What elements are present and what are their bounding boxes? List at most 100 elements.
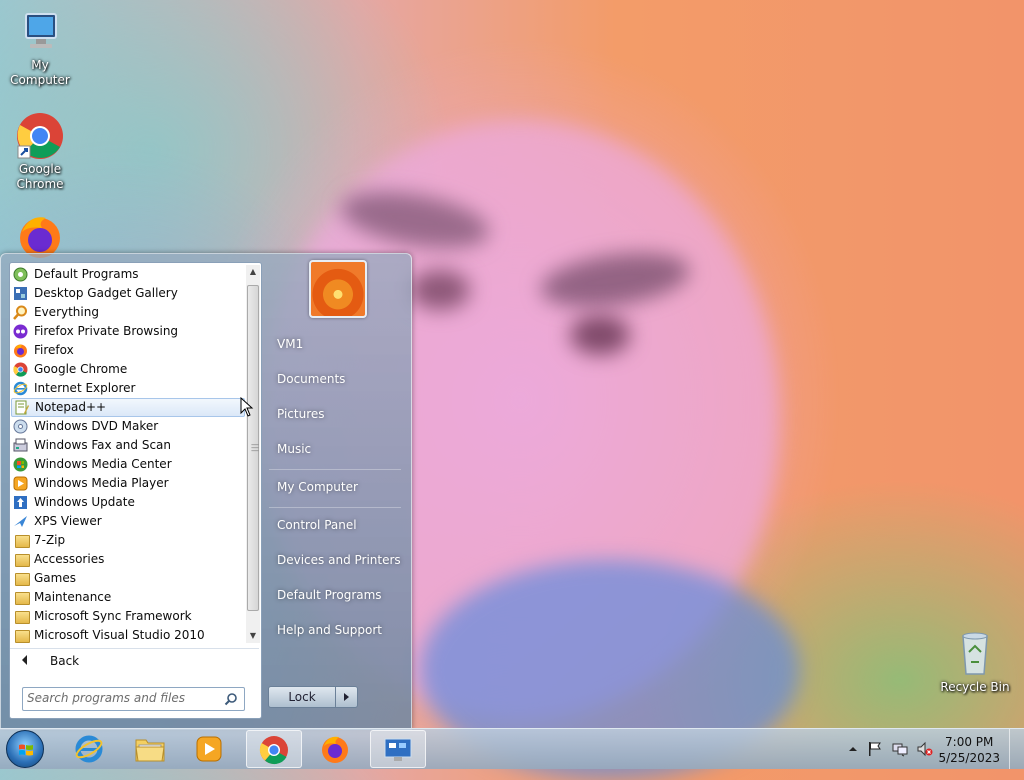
program-item[interactable]: Desktop Gadget Gallery xyxy=(10,284,246,303)
taskbar: 7:00 PM 5/25/2023 xyxy=(0,728,1024,769)
desktop-icon-recycle-bin[interactable]: Recycle Bin xyxy=(935,630,1015,695)
start-link-label: Default Programs xyxy=(277,588,382,602)
taskbar-button-google-chrome[interactable] xyxy=(246,730,302,768)
program-label: Games xyxy=(34,571,76,585)
start-menu-programs-pane: Default Programs Desktop Gadget Gallery Ev… xyxy=(9,262,262,719)
program-item[interactable]: Windows Fax and Scan xyxy=(10,436,246,455)
program-item[interactable]: Microsoft Visual Studio 2010 xyxy=(10,626,246,645)
desktop-icon-my-computer[interactable]: My Computer xyxy=(0,8,80,88)
program-item[interactable]: Default Programs xyxy=(10,265,246,284)
program-item[interactable]: Games xyxy=(10,569,246,588)
start-link-label: Documents xyxy=(277,372,346,386)
program-label: Firefox Private Browsing xyxy=(34,324,179,338)
scroll-thumb[interactable]: — — — xyxy=(247,285,259,611)
program-item[interactable]: 7-Zip xyxy=(10,531,246,550)
program-item[interactable]: Windows Update xyxy=(10,493,246,512)
program-label: Notepad++ xyxy=(35,400,107,414)
start-link-label: Control Panel xyxy=(277,518,357,532)
start-menu-separator xyxy=(269,507,401,508)
start-link-label: Devices and Printers xyxy=(277,553,401,567)
search-icon[interactable] xyxy=(224,692,238,706)
taskbar-button-firefox[interactable] xyxy=(308,730,364,768)
start-link-user[interactable]: VM1 xyxy=(269,329,404,359)
program-item[interactable]: Maintenance xyxy=(10,588,246,607)
program-item[interactable]: Accessories xyxy=(10,550,246,569)
show-desktop-button[interactable] xyxy=(1009,729,1024,769)
start-link-help-support[interactable]: Help and Support xyxy=(269,615,404,645)
program-label: Desktop Gadget Gallery xyxy=(34,286,178,300)
start-link-documents[interactable]: Documents xyxy=(269,364,404,394)
program-label: Windows Media Player xyxy=(34,476,169,490)
taskbar-button-remote-desktop[interactable] xyxy=(370,730,426,768)
folder-icon xyxy=(15,592,30,605)
computer-icon xyxy=(16,8,64,56)
action-center-icon[interactable] xyxy=(867,741,883,757)
program-item[interactable]: Notepad++ xyxy=(11,398,245,417)
program-label: Windows DVD Maker xyxy=(34,419,159,433)
wallpaper-eye-left xyxy=(410,270,470,310)
program-label: XPS Viewer xyxy=(34,514,102,528)
start-link-music[interactable]: Music xyxy=(269,434,404,464)
program-item[interactable]: Microsoft Sync Framework xyxy=(10,607,246,626)
show-hidden-icons-button[interactable] xyxy=(848,741,858,757)
xps-viewer-icon xyxy=(13,514,28,529)
start-link-label: VM1 xyxy=(277,337,304,351)
taskbar-button-file-explorer[interactable] xyxy=(122,730,178,768)
desktop-icon-label: Google Chrome xyxy=(16,162,64,191)
program-label: Microsoft Visual Studio 2010 xyxy=(34,628,205,642)
volume-muted-icon[interactable] xyxy=(917,741,933,757)
start-link-label: Pictures xyxy=(277,407,325,421)
chevron-right-icon xyxy=(344,693,349,701)
ie-icon xyxy=(74,734,104,767)
windows-update-icon xyxy=(13,495,28,510)
program-item[interactable]: Windows Media Center xyxy=(10,455,246,474)
program-item[interactable]: Firefox xyxy=(10,341,246,360)
start-link-label: Help and Support xyxy=(277,623,382,637)
windows-logo-icon xyxy=(19,744,33,756)
gadget-gallery-icon xyxy=(13,286,28,301)
clock-date: 5/25/2023 xyxy=(938,751,1000,765)
start-link-default-programs[interactable]: Default Programs xyxy=(269,580,404,610)
program-item[interactable]: XPS Viewer xyxy=(10,512,246,531)
chrome-icon xyxy=(13,362,28,377)
clock-time: 7:00 PM xyxy=(945,735,994,749)
lock-button[interactable]: Lock xyxy=(268,686,336,708)
firefox-icon xyxy=(13,343,28,358)
search-input[interactable] xyxy=(27,690,217,706)
scroll-up-button[interactable]: ▲ xyxy=(246,265,260,279)
scroll-grip-icon: — — — xyxy=(251,440,259,455)
start-button[interactable] xyxy=(6,730,44,768)
scroll-down-button[interactable]: ▼ xyxy=(246,629,260,643)
folder-icon xyxy=(15,535,30,548)
program-label: Windows Fax and Scan xyxy=(34,438,172,452)
folder-icon xyxy=(134,734,166,767)
system-clock[interactable]: 7:00 PM 5/25/2023 xyxy=(938,734,1000,766)
start-link-my-computer[interactable]: My Computer xyxy=(269,472,404,502)
shutdown-options-button[interactable] xyxy=(336,686,358,708)
program-item[interactable]: Google Chrome xyxy=(10,360,246,379)
user-picture[interactable] xyxy=(309,260,367,318)
network-icon[interactable] xyxy=(892,741,908,757)
desktop-icon-google-chrome[interactable]: Google Chrome xyxy=(0,112,80,192)
program-item[interactable]: Firefox Private Browsing xyxy=(10,322,246,341)
taskbar-button-internet-explorer[interactable] xyxy=(62,730,118,768)
search-box[interactable] xyxy=(22,687,245,711)
taskbar-button-media-player[interactable] xyxy=(182,730,238,768)
start-link-pictures[interactable]: Pictures xyxy=(269,399,404,429)
start-link-devices-printers[interactable]: Devices and Printers xyxy=(269,545,404,575)
recycle-bin-icon xyxy=(951,630,999,678)
program-item[interactable]: Windows Media Player xyxy=(10,474,246,493)
notepadpp-icon xyxy=(14,400,29,415)
program-label: Firefox xyxy=(34,343,74,357)
programs-scrollbar[interactable]: ▲ — — — ▼ xyxy=(246,265,260,643)
folder-icon xyxy=(15,554,30,567)
start-link-label: Music xyxy=(277,442,312,456)
start-menu: Default Programs Desktop Gadget Gallery Ev… xyxy=(0,253,412,730)
program-item[interactable]: Windows DVD Maker xyxy=(10,417,246,436)
program-item[interactable]: Internet Explorer xyxy=(10,379,246,398)
start-link-control-panel[interactable]: Control Panel xyxy=(269,510,404,540)
back-button[interactable]: Back xyxy=(10,648,259,673)
program-item[interactable]: Everything xyxy=(10,303,246,322)
program-label: Maintenance xyxy=(34,590,112,604)
chrome-icon xyxy=(16,112,64,160)
